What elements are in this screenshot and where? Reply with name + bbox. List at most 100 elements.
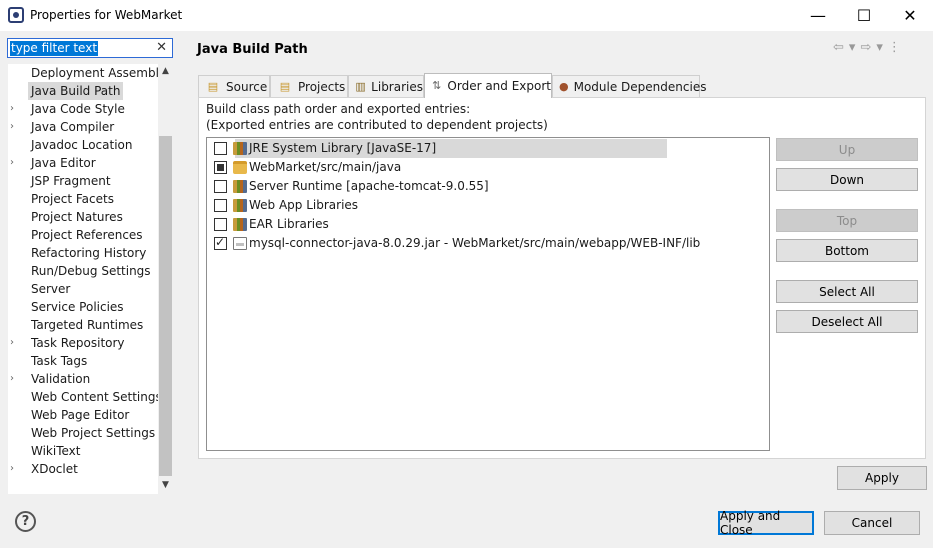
classpath-entry[interactable]: mysql-connector-java-8.0.29.jar - WebMar… bbox=[207, 234, 769, 253]
library-icon bbox=[233, 142, 247, 155]
minimize-button[interactable]: — bbox=[795, 0, 841, 31]
back-arrow-icon[interactable]: ⇦ bbox=[833, 40, 844, 55]
tree-item-label: Project Facets bbox=[31, 192, 114, 206]
apply-button[interactable]: Apply bbox=[837, 466, 927, 490]
help-icon[interactable]: ? bbox=[15, 511, 36, 532]
scroll-up-icon[interactable]: ▲ bbox=[160, 66, 171, 78]
jar-icon bbox=[233, 237, 247, 250]
tree-item-label: Refactoring History bbox=[31, 246, 147, 260]
classpath-entry-label: mysql-connector-java-8.0.29.jar - WebMar… bbox=[249, 236, 701, 250]
tree-item-label: Project Natures bbox=[31, 210, 123, 224]
description-line-1: Build class path order and exported entr… bbox=[206, 102, 471, 116]
tree-item-label: Java Code Style bbox=[31, 102, 125, 116]
tree-item-label: Java Editor bbox=[31, 156, 96, 170]
tree-item-label: WikiText bbox=[31, 444, 81, 458]
libraries-icon: ▥ bbox=[355, 79, 366, 93]
classpath-entry-label: Server Runtime [apache-tomcat-9.0.55] bbox=[249, 179, 489, 193]
expand-chevron-icon[interactable]: › bbox=[10, 154, 20, 172]
tab-order-and-export[interactable]: ⇅ Order and Export bbox=[424, 73, 552, 98]
tree-item-label: Server bbox=[31, 282, 71, 296]
scrollbar-thumb[interactable] bbox=[159, 136, 172, 476]
projects-folder-icon: ▤ bbox=[279, 79, 291, 93]
classpath-entry[interactable]: WebMarket/src/main/java bbox=[207, 158, 769, 177]
description-line-2: (Exported entries are contributed to dep… bbox=[206, 118, 548, 132]
classpath-entry[interactable]: Web App Libraries bbox=[207, 196, 769, 215]
tree-item-label: XDoclet bbox=[31, 462, 78, 476]
title-bar: Properties for WebMarket — ☐ ✕ bbox=[0, 0, 933, 31]
cancel-button[interactable]: Cancel bbox=[824, 511, 920, 535]
tree-item-label: Project References bbox=[31, 228, 143, 242]
tab-libraries[interactable]: ▥ Libraries bbox=[348, 75, 424, 97]
expand-chevron-icon[interactable]: › bbox=[10, 334, 20, 352]
scroll-down-icon[interactable]: ▼ bbox=[160, 480, 171, 492]
library-icon bbox=[233, 218, 247, 231]
tree-item-label: Java Build Path bbox=[28, 82, 124, 100]
library-icon bbox=[233, 180, 247, 193]
tab-label: Order and Export bbox=[447, 79, 551, 93]
left-panel: type filter text ✕ Deployment Assembly Ja… bbox=[0, 31, 180, 495]
tree-scrollbar[interactable]: ▲ ▼ bbox=[158, 64, 173, 494]
classpath-entry[interactable]: JRE System Library [JavaSE-17] bbox=[207, 139, 769, 158]
window-title: Properties for WebMarket bbox=[30, 8, 183, 22]
down-button[interactable]: Down bbox=[776, 168, 918, 191]
export-checkbox[interactable] bbox=[214, 180, 227, 193]
forward-arrow-icon[interactable]: ⇨ bbox=[860, 40, 871, 55]
forward-menu-icon[interactable]: ▾ bbox=[876, 40, 883, 55]
export-checkbox[interactable] bbox=[214, 142, 227, 155]
tree-item-label: Javadoc Location bbox=[31, 138, 133, 152]
expand-chevron-icon[interactable]: › bbox=[10, 118, 20, 136]
classpath-entry-label: EAR Libraries bbox=[249, 217, 329, 231]
tree-item-label: Web Page Editor bbox=[31, 408, 130, 422]
tab-label: Projects bbox=[298, 79, 346, 94]
tree-item-label: Run/Debug Settings bbox=[31, 264, 151, 278]
classpath-entry[interactable]: EAR Libraries bbox=[207, 215, 769, 234]
tab-source[interactable]: ▤ Source bbox=[198, 75, 270, 97]
source-folder-icon: ▤ bbox=[207, 79, 219, 93]
tree-item-label: Task Repository bbox=[31, 336, 125, 350]
top-button[interactable]: Top bbox=[776, 209, 918, 232]
tab-label: Module Dependencies bbox=[573, 79, 707, 94]
tree-item-label: Web Project Settings bbox=[31, 426, 156, 440]
filter-input[interactable]: type filter text ✕ bbox=[7, 38, 173, 58]
expand-chevron-icon[interactable]: › bbox=[10, 460, 20, 478]
classpath-entry-label: JRE System Library [JavaSE-17] bbox=[249, 141, 437, 155]
tab-module-dependencies[interactable]: ● Module Dependencies bbox=[552, 75, 706, 97]
export-checkbox[interactable] bbox=[214, 218, 227, 231]
classpath-entries-list[interactable]: JRE System Library [JavaSE-17] WebMarket/… bbox=[206, 137, 770, 451]
deselect-all-button[interactable]: Deselect All bbox=[776, 310, 918, 333]
expand-chevron-icon[interactable]: › bbox=[10, 100, 20, 118]
tree-item-label: JSP Fragment bbox=[31, 174, 111, 188]
back-menu-icon[interactable]: ▾ bbox=[849, 40, 856, 55]
page-title: Java Build Path bbox=[197, 42, 308, 57]
up-button[interactable]: Up bbox=[776, 138, 918, 161]
tree-item-label: Deployment Assembly bbox=[31, 66, 158, 80]
clear-filter-icon[interactable]: ✕ bbox=[156, 40, 167, 55]
classpath-entry[interactable]: Server Runtime [apache-tomcat-9.0.55] bbox=[207, 177, 769, 196]
tree-item-label: Task Tags bbox=[31, 354, 88, 368]
export-checkbox[interactable] bbox=[214, 235, 227, 250]
export-checkbox[interactable] bbox=[214, 161, 227, 174]
tab-projects[interactable]: ▤ Projects bbox=[270, 75, 348, 97]
export-checkbox[interactable] bbox=[214, 199, 227, 212]
bottom-button[interactable]: Bottom bbox=[776, 239, 918, 262]
select-all-button[interactable]: Select All bbox=[776, 280, 918, 303]
tree-item-label: Targeted Runtimes bbox=[31, 318, 144, 332]
tab-label: Libraries bbox=[371, 79, 423, 94]
close-window-button[interactable]: ✕ bbox=[887, 0, 933, 31]
source-folder-icon bbox=[233, 161, 247, 174]
tree-item-label: Web Content Settings bbox=[31, 390, 158, 404]
apply-and-close-button[interactable]: Apply and Close bbox=[718, 509, 814, 537]
description: Build class path order and exported entr… bbox=[206, 101, 548, 133]
tab-label: Source bbox=[226, 79, 268, 94]
eclipse-app-icon bbox=[8, 7, 24, 23]
maximize-button[interactable]: ☐ bbox=[841, 0, 887, 31]
classpath-entry-label: Web App Libraries bbox=[249, 198, 359, 212]
more-options-icon[interactable]: ⋮ bbox=[888, 40, 901, 55]
page-navigation: ⇦ ▾ ⇨ ▾ ⋮ bbox=[833, 40, 901, 55]
expand-chevron-icon[interactable]: › bbox=[10, 370, 20, 388]
order-export-icon: ⇅ bbox=[432, 79, 442, 92]
tree-item-label: Validation bbox=[31, 372, 91, 386]
module-icon: ● bbox=[559, 79, 569, 93]
tree-item-label: Service Policies bbox=[31, 300, 124, 314]
library-icon bbox=[233, 199, 247, 212]
